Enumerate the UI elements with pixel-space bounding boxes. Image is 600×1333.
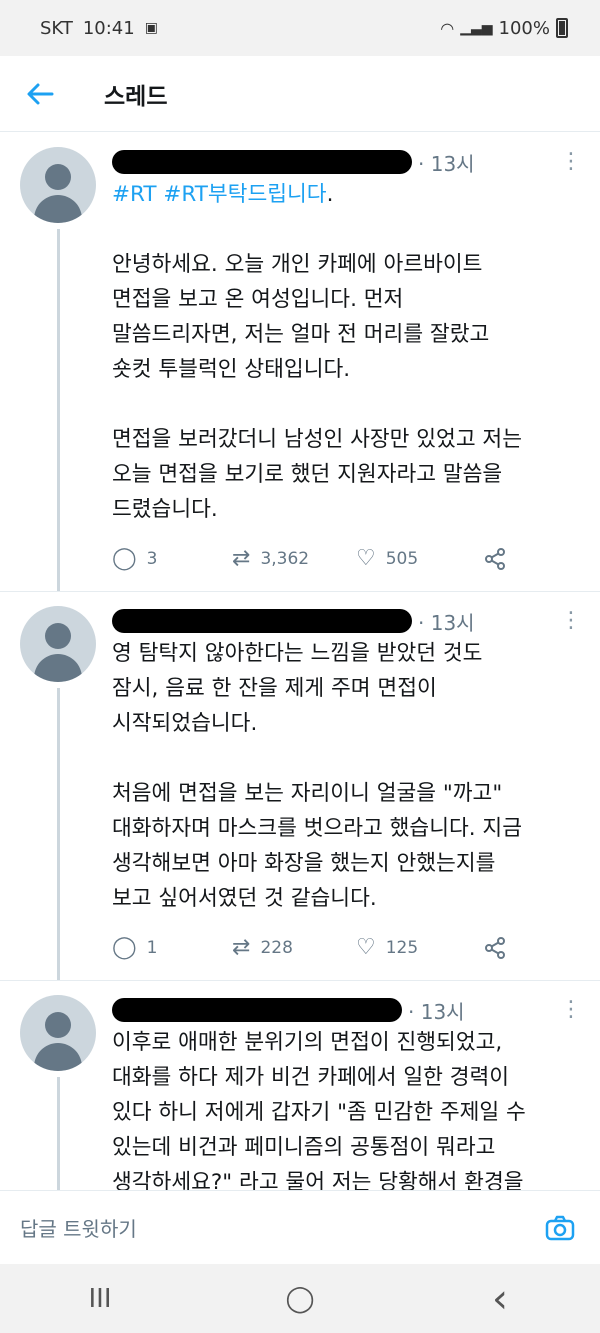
redacted-username bbox=[112, 609, 412, 633]
tweet-time: · 13시 bbox=[408, 999, 465, 1024]
thread-connector-line bbox=[56, 1077, 60, 1190]
camera-button[interactable] bbox=[540, 1208, 580, 1248]
battery-percent: 100% bbox=[498, 17, 550, 39]
retweet-icon: ⇄ bbox=[232, 546, 251, 571]
arrow-left-icon bbox=[27, 83, 54, 104]
clock: 10:41 bbox=[82, 17, 135, 39]
tweet-gutter bbox=[20, 606, 96, 980]
like-button[interactable]: ♡ 505 bbox=[356, 548, 484, 570]
page-title: 스레드 bbox=[104, 83, 168, 110]
tweet-actions: ◯ 1 ⇄ 228 ♡ 125 bbox=[112, 916, 580, 980]
camera-icon bbox=[545, 1215, 575, 1240]
thread-connector-line bbox=[56, 229, 60, 591]
retweet-count: 228 bbox=[260, 938, 293, 958]
tweet-content: · 13시 ⋮ 이후로 애매한 분위기의 면접이 진행되었고, 대화를 하다 제… bbox=[96, 995, 582, 1190]
battery-icon bbox=[556, 18, 568, 38]
system-back-button[interactable]: ‹ bbox=[450, 1276, 550, 1322]
tweet-time: · 13시 bbox=[418, 151, 475, 176]
wifi-icon: ◠ bbox=[440, 18, 455, 38]
retweet-button[interactable]: ⇄ 228 bbox=[232, 937, 356, 959]
thread-connector-line bbox=[56, 688, 60, 980]
signal-icon: ▁▃▅ bbox=[460, 20, 493, 36]
retweet-count: 3,362 bbox=[260, 549, 310, 569]
avatar[interactable] bbox=[20, 606, 96, 682]
tweet-actions: ◯ 3 ⇄ 3,362 ♡ 505 bbox=[112, 527, 580, 591]
tweet-gutter bbox=[20, 147, 96, 591]
like-button[interactable]: ♡ 125 bbox=[356, 937, 484, 959]
tweet-content: · 13시 ⋮ #RT #RT부탁드립니다. 안녕하세요. 오늘 개인 카페에 … bbox=[96, 147, 582, 591]
share-icon bbox=[485, 937, 505, 959]
reply-icon: ◯ bbox=[112, 935, 137, 960]
back-button[interactable] bbox=[0, 56, 80, 132]
retweet-button[interactable]: ⇄ 3,362 bbox=[232, 548, 356, 570]
heart-icon: ♡ bbox=[356, 546, 376, 571]
app-header: 스레드 bbox=[0, 56, 600, 132]
tweet-time: · 13시 bbox=[418, 610, 475, 635]
tweet-text-punct: . bbox=[326, 182, 334, 207]
recent-apps-button[interactable]: III bbox=[50, 1284, 150, 1314]
more-options-icon[interactable]: ⋮ bbox=[560, 997, 582, 1023]
more-options-icon[interactable]: ⋮ bbox=[560, 149, 582, 175]
reply-input[interactable]: 답글 트윗하기 bbox=[20, 1213, 137, 1242]
reply-button[interactable]: ◯ 3 bbox=[112, 548, 232, 570]
share-button[interactable] bbox=[484, 937, 506, 959]
tweet-header: · 13시 bbox=[112, 147, 580, 177]
tweet-header: · 13시 bbox=[112, 995, 580, 1025]
status-right: ◠ ▁▃▅ 100% bbox=[440, 18, 568, 39]
system-nav-bar: III ◯ ‹ bbox=[0, 1264, 600, 1333]
reply-count: 1 bbox=[146, 938, 158, 958]
tweet-text: #RT #RT부탁드립니다. 안녕하세요. 오늘 개인 카페에 아르바이트 면접… bbox=[112, 177, 580, 527]
status-bar: SKT 10:41 ▣ ◠ ▁▃▅ 100% bbox=[0, 0, 600, 56]
tweet-text: 이후로 애매한 분위기의 면접이 진행되었고, 대화를 하다 제가 비건 카페에… bbox=[112, 1030, 526, 1190]
tweet-text-body: 안녕하세요. 오늘 개인 카페에 아르바이트 면접을 보고 온 여성입니다. 먼… bbox=[112, 252, 522, 522]
screenshot-icon: ▣ bbox=[144, 20, 158, 36]
carrier: SKT bbox=[40, 17, 73, 39]
like-count: 125 bbox=[385, 938, 419, 958]
tweet-gutter bbox=[20, 995, 96, 1190]
heart-icon: ♡ bbox=[356, 935, 376, 960]
home-button[interactable]: ◯ bbox=[250, 1284, 350, 1314]
retweet-icon: ⇄ bbox=[232, 935, 251, 960]
tweet-text: 영 탐탁지 않아한다는 느낌을 받았던 것도 잠시, 음료 한 잔을 제게 주며… bbox=[112, 641, 522, 911]
redacted-username bbox=[112, 998, 402, 1022]
more-options-icon[interactable]: ⋮ bbox=[560, 608, 582, 634]
reply-button[interactable]: ◯ 1 bbox=[112, 937, 232, 959]
share-icon bbox=[485, 548, 505, 570]
status-left: SKT 10:41 ▣ bbox=[40, 18, 158, 39]
avatar[interactable] bbox=[20, 147, 96, 223]
reply-icon: ◯ bbox=[112, 546, 137, 571]
hashtag-link[interactable]: #RT #RT부탁드립니다 bbox=[112, 182, 327, 207]
tweet[interactable]: · 13시 ⋮ #RT #RT부탁드립니다. 안녕하세요. 오늘 개인 카페에 … bbox=[0, 133, 600, 592]
like-count: 505 bbox=[385, 549, 419, 569]
reply-count: 3 bbox=[146, 549, 158, 569]
reply-compose-bar[interactable]: 답글 트윗하기 bbox=[0, 1190, 600, 1264]
avatar[interactable] bbox=[20, 995, 96, 1071]
share-button[interactable] bbox=[484, 548, 506, 570]
tweet[interactable]: · 13시 ⋮ 이후로 애매한 분위기의 면접이 진행되었고, 대화를 하다 제… bbox=[0, 981, 600, 1190]
thread-list[interactable]: · 13시 ⋮ #RT #RT부탁드립니다. 안녕하세요. 오늘 개인 카페에 … bbox=[0, 133, 600, 1190]
tweet-header: · 13시 bbox=[112, 606, 580, 636]
tweet-content: · 13시 ⋮ 영 탐탁지 않아한다는 느낌을 받았던 것도 잠시, 음료 한 … bbox=[96, 606, 582, 980]
redacted-username bbox=[112, 150, 412, 174]
tweet[interactable]: · 13시 ⋮ 영 탐탁지 않아한다는 느낌을 받았던 것도 잠시, 음료 한 … bbox=[0, 592, 600, 981]
